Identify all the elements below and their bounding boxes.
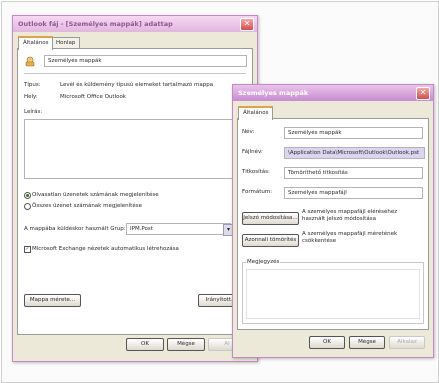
cancel-button[interactable]: Mégse xyxy=(167,338,205,351)
compact-now-button[interactable]: Azonnali tömörítés xyxy=(242,234,299,247)
ok-button[interactable]: OK xyxy=(126,338,164,351)
format-field: Személyes mappafájl xyxy=(284,187,423,199)
exchange-views-checkbox[interactable]: ✓ xyxy=(24,246,31,253)
filename-label: Fájlnév: xyxy=(242,149,263,155)
radio-unread-count[interactable] xyxy=(24,192,31,199)
cancel-button[interactable]: Mégse xyxy=(349,336,385,349)
location-value: Microsoft Office Outlook xyxy=(60,94,126,100)
close-icon[interactable]: ✕ xyxy=(416,87,430,100)
personal-folders-titlebar: Személyes mappák xyxy=(233,85,433,101)
folder-properties-titlebar: Outlook fáj - [Személyes mappák] adattap xyxy=(13,16,257,32)
folder-properties-window: Outlook fáj - [Személyes mappák] adattap… xyxy=(12,15,258,362)
comment-label: Megjegyzés xyxy=(246,259,281,265)
description-label: Leírás: xyxy=(24,109,43,115)
post-select[interactable]: IPM.Post xyxy=(126,223,231,235)
folder-icon xyxy=(24,55,36,67)
comment-textarea[interactable] xyxy=(246,269,420,319)
type-value: Levél és küldemény típusú elemeket tarta… xyxy=(60,82,214,88)
encryption-field: Tömöríthető titkosítás xyxy=(284,167,423,179)
radio-total-label: Összes üzenet számának megjelenítése xyxy=(32,203,142,209)
divider xyxy=(24,73,246,74)
tab-general[interactable]: Általános xyxy=(238,106,274,120)
apply-button[interactable]: Alkalaz xyxy=(389,336,425,349)
ok-button[interactable]: OK xyxy=(309,336,345,349)
encryption-label: Titkosítás: xyxy=(242,169,270,175)
radio-total-count[interactable] xyxy=(24,203,31,210)
general-tab-panel: Személyes mappák Típus: Levél és küldemé… xyxy=(17,48,253,335)
name-label: Név: xyxy=(242,129,255,135)
personal-folders-window: Személyes mappák ✕ Általános Név: Személ… xyxy=(232,84,434,358)
personal-folders-panel: Név: Személyes mappák Fájlnév: \Applicat… xyxy=(237,118,429,330)
folder-size-button[interactable]: Mappa mérete... xyxy=(24,294,81,307)
description-textarea[interactable] xyxy=(24,119,248,179)
name-field[interactable]: Személyes mappák xyxy=(284,127,423,139)
type-label: Típus: xyxy=(24,82,41,88)
tab-general[interactable]: Általános xyxy=(18,36,54,50)
radio-unread-label: Olvasatlan üzenetek számának megjeleníté… xyxy=(32,192,159,198)
close-icon[interactable]: ✕ xyxy=(240,18,254,31)
folder-name-field[interactable]: Személyes mappák xyxy=(44,55,247,67)
location-label: Hely: xyxy=(24,94,38,100)
format-label: Formátum: xyxy=(242,189,273,195)
change-password-desc: A személyes mappafájl eléréséhez használ… xyxy=(302,209,398,222)
filename-field[interactable]: \Application Data\Microsoft\Outlook\Outl… xyxy=(284,147,425,159)
compact-now-desc: A személyes mappafájl méretének csökkent… xyxy=(302,231,398,244)
post-label: A mappába küldéskor használt Grup: xyxy=(24,226,126,232)
exchange-views-label: Microsoft Exchange nézetek automatikus l… xyxy=(32,246,179,252)
change-password-button[interactable]: Jelszó módosítása... xyxy=(242,212,299,225)
